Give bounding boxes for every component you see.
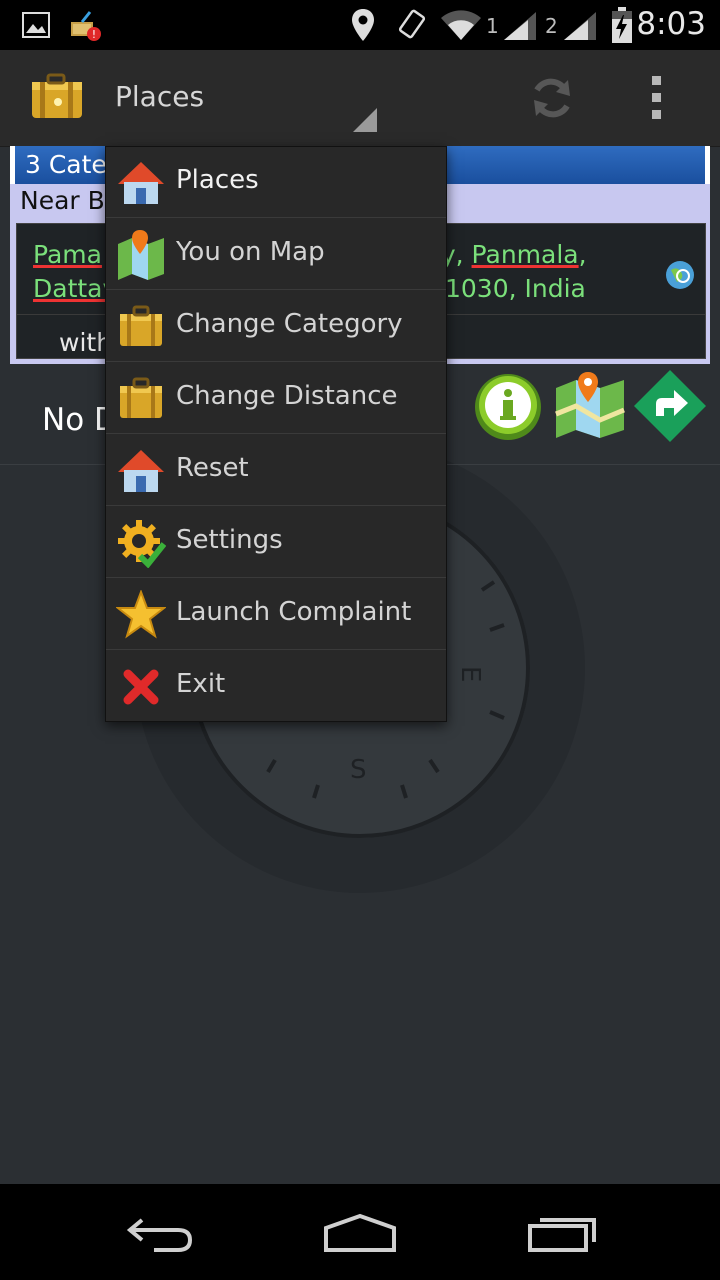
- menu-item-reset[interactable]: Reset: [106, 435, 446, 506]
- red-x-icon: [123, 669, 159, 705]
- menu-item-label: Exit: [176, 669, 226, 699]
- address-part: Pama: [33, 240, 102, 269]
- globe-search-icon[interactable]: [663, 258, 697, 292]
- overflow-menu-icon[interactable]: [652, 76, 661, 127]
- menu-item-you-on-map[interactable]: You on Map: [106, 219, 446, 290]
- suitcase-app-icon[interactable]: [28, 72, 84, 122]
- address-part: Panmala: [471, 240, 579, 269]
- battery-icon: [612, 7, 632, 43]
- menu-item-places[interactable]: Places: [106, 147, 446, 218]
- map-button-icon[interactable]: [552, 370, 628, 438]
- address-part: 1030, India: [445, 274, 586, 303]
- menu-item-label: Settings: [176, 525, 283, 555]
- status-bar: ! 1 2 8:03: [0, 0, 720, 50]
- address-part: ,: [578, 240, 587, 269]
- menu-item-settings[interactable]: Settings: [106, 507, 446, 578]
- back-icon[interactable]: [124, 1212, 196, 1252]
- menu-item-label: Reset: [176, 453, 249, 483]
- sim2-label: 2: [545, 14, 558, 38]
- navigation-bar: [0, 1184, 720, 1280]
- menu-item-label: Change Distance: [176, 381, 398, 411]
- svg-text:S: S: [350, 755, 367, 785]
- signal-icon: [504, 12, 536, 40]
- wifi-icon: [441, 10, 481, 40]
- menu-item-change-distance[interactable]: Change Distance: [106, 363, 446, 434]
- menu-item-label: Places: [176, 165, 259, 195]
- svg-text:E: E: [455, 666, 485, 682]
- menu-item-label: Change Category: [176, 309, 403, 339]
- category-spinner[interactable]: Places: [115, 80, 204, 113]
- svg-text:!: !: [92, 28, 96, 41]
- category-dropdown-menu: Places You on Map Change Category Change…: [105, 146, 447, 722]
- rotate-icon: [398, 9, 426, 39]
- location-icon: [352, 9, 374, 41]
- info-button-icon[interactable]: [472, 372, 544, 442]
- address-line-1: Pama ny, Panmala,: [33, 240, 587, 269]
- menu-item-label: Launch Complaint: [176, 597, 412, 627]
- cleaner-alert-icon: !: [71, 11, 101, 41]
- recent-apps-icon[interactable]: [526, 1212, 598, 1254]
- address-part-right: ny, Panmala,: [425, 240, 587, 269]
- refresh-icon[interactable]: [528, 74, 576, 122]
- suitcase-icon: [120, 305, 162, 346]
- star-icon: [116, 590, 166, 639]
- near-label: Near B: [20, 186, 105, 215]
- home-icon[interactable]: [322, 1212, 398, 1254]
- menu-item-exit[interactable]: Exit: [106, 651, 446, 722]
- map-pin-icon: [118, 230, 164, 280]
- image-icon: [22, 12, 50, 38]
- sim1-label: 1: [486, 14, 499, 38]
- suitcase-icon: [120, 377, 162, 418]
- house-icon: [118, 162, 164, 204]
- signal-icon-2: [564, 12, 596, 40]
- house-icon: [118, 450, 164, 492]
- spinner-arrow-icon: [353, 108, 377, 132]
- menu-item-launch-complaint[interactable]: Launch Complaint: [106, 579, 446, 650]
- menu-item-change-category[interactable]: Change Category: [106, 291, 446, 362]
- directions-button-icon[interactable]: [632, 368, 708, 444]
- gear-check-icon: [118, 520, 166, 568]
- action-bar: Places: [0, 50, 720, 147]
- clock: 8:03: [636, 6, 706, 42]
- menu-item-label: You on Map: [176, 237, 325, 267]
